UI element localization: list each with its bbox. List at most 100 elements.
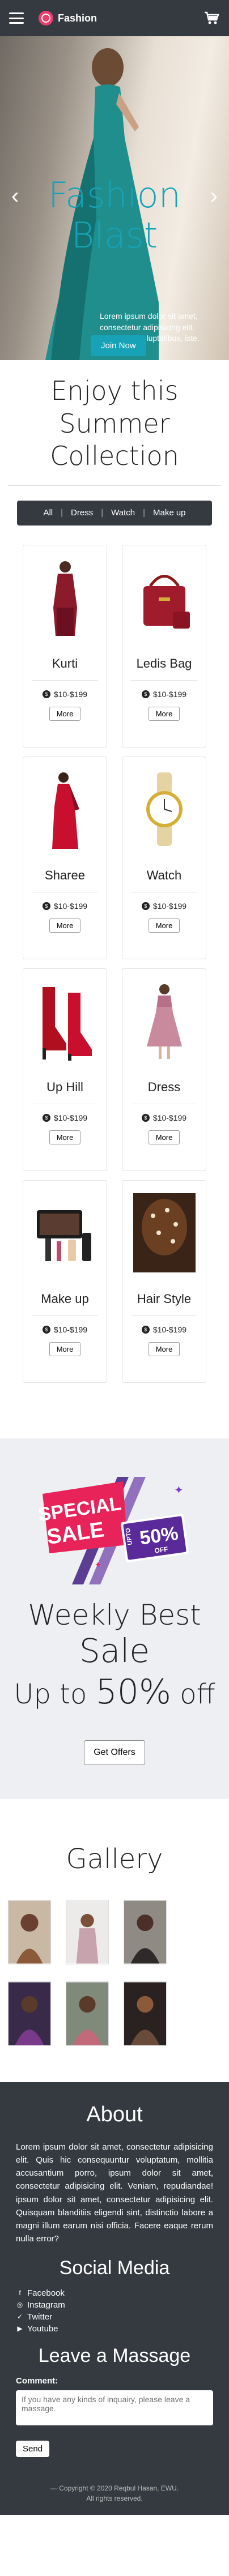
- social-title: Social Media: [59, 2257, 170, 2279]
- youtube-icon: ▶: [17, 2325, 23, 2333]
- hero-caption: Fashion Blast: [0, 175, 229, 256]
- dollar-icon: $: [42, 902, 50, 910]
- product-name: Ledis Bag: [136, 656, 192, 670]
- sharee-image: [52, 772, 79, 849]
- product-card: Dress $ $10-$199 More: [122, 968, 206, 1171]
- product-price: $ $10-$199: [42, 1325, 87, 1334]
- product-price: $ $10-$199: [42, 690, 87, 699]
- dress-image: [146, 984, 182, 1059]
- twitter-icon: ✓: [16, 2313, 23, 2321]
- product-price: $ $10-$199: [141, 902, 186, 911]
- filter-all[interactable]: All: [40, 506, 56, 520]
- join-now-button[interactable]: Join Now: [91, 335, 146, 356]
- comment-input[interactable]: [16, 2390, 213, 2425]
- facebook-link[interactable]: f Facebook: [16, 2288, 213, 2298]
- comment-label: Comment:: [16, 2376, 58, 2386]
- dollar-icon: $: [42, 1325, 50, 1334]
- filter-separator: |: [101, 508, 104, 518]
- social-links: f Facebook ◎ Instagram ✓ Twitter ▶ Youtube: [16, 2288, 213, 2334]
- gallery-image[interactable]: [66, 1899, 109, 1964]
- gallery-image[interactable]: [124, 1981, 167, 2046]
- brand-name[interactable]: Fashion: [58, 12, 97, 24]
- hairstyle-image: [133, 1193, 196, 1272]
- product-name: Kurti: [52, 656, 78, 670]
- gallery-image[interactable]: [66, 1981, 109, 2046]
- boots-image: [42, 986, 92, 1061]
- brand-logo[interactable]: [39, 11, 53, 25]
- product-card: Watch $ $10-$199 More: [122, 756, 206, 959]
- product-price: $ $10-$199: [141, 1113, 186, 1122]
- navbar: Fashion: [0, 0, 229, 36]
- filter-watch[interactable]: Watch: [108, 506, 138, 520]
- cart-icon: [205, 11, 219, 24]
- gallery-title: Gallery: [66, 1843, 163, 1875]
- instagram-link[interactable]: ◎ Instagram: [16, 2300, 213, 2310]
- gallery-grid: [0, 1899, 229, 2046]
- more-button[interactable]: More: [148, 918, 180, 933]
- more-button[interactable]: More: [49, 918, 81, 933]
- more-button[interactable]: More: [148, 1342, 180, 1356]
- more-button[interactable]: More: [148, 706, 180, 721]
- product-grid: Kurti $ $10-$199 More Ledis Bag $ $10-$199…: [0, 544, 229, 1383]
- dollar-icon: $: [141, 1325, 150, 1334]
- instagram-icon: ◎: [16, 2301, 23, 2309]
- footer: About Lorem ipsum dolor sit amet, consec…: [0, 2082, 229, 2515]
- promo-heading-line2: Sale: [79, 1631, 150, 1670]
- gallery-image[interactable]: [124, 1899, 167, 1964]
- hero-carousel: ‹ › Fashion Blast Lorem ipsum dolor sit …: [0, 36, 229, 360]
- product-name: Dress: [147, 1079, 181, 1094]
- menu-icon[interactable]: [9, 12, 24, 24]
- dollar-icon: $: [42, 1113, 50, 1122]
- sparkle-icon: ✦: [174, 1484, 184, 1497]
- twitter-link[interactable]: ✓ Twitter: [16, 2312, 213, 2322]
- product-card: Kurti $ $10-$199 More: [23, 544, 107, 747]
- dollar-icon: $: [42, 690, 50, 698]
- filter-bar: All | Dress | Watch | Make up: [17, 500, 212, 526]
- filter-separator: |: [61, 508, 63, 518]
- watch-image: [146, 772, 183, 846]
- dollar-icon: $: [141, 690, 150, 698]
- makeup-image: [36, 1210, 91, 1261]
- more-button[interactable]: More: [148, 1130, 180, 1144]
- special-sale-badge: SPECIAL SALE UPTO 50% OFF ✦ ✦: [37, 1476, 189, 1584]
- copyright: — Copyright © 2020 Reqbul Hasan, EWU. Al…: [50, 2484, 179, 2502]
- sparkle-icon: ✦: [95, 1560, 101, 1569]
- hero-title-line1: Fashion: [48, 174, 181, 216]
- dollar-icon: $: [141, 902, 150, 910]
- divider: [8, 485, 221, 486]
- about-text: Lorem ipsum dolor sit amet, consectetur …: [16, 2142, 213, 2244]
- product-card: Hair Style $ $10-$199 More: [122, 1180, 206, 1383]
- send-button[interactable]: Send: [16, 2440, 50, 2457]
- promo-heading-line1: Weekly Best: [28, 1598, 201, 1631]
- facebook-icon: f: [19, 2289, 21, 2297]
- kurti-image: [53, 561, 77, 636]
- product-price: $ $10-$199: [42, 902, 87, 911]
- more-button[interactable]: More: [49, 1130, 81, 1144]
- cart-button[interactable]: [204, 11, 220, 25]
- dollar-icon: $: [141, 1113, 150, 1122]
- sale-section: SPECIAL SALE UPTO 50% OFF ✦ ✦ Weekly Bes…: [0, 1438, 229, 1799]
- message-title: Leave a Massage: [38, 2344, 191, 2366]
- product-price: $ $10-$199: [141, 690, 186, 699]
- product-card: Sharee $ $10-$199 More: [23, 756, 107, 959]
- promo-discount: Up to 50% off: [14, 1672, 215, 1712]
- product-card: Make up $ $10-$199 More: [23, 1180, 107, 1383]
- product-name: Up Hill: [46, 1079, 83, 1094]
- hero-title-line2: Blast: [71, 215, 158, 257]
- about-title: About: [86, 2102, 143, 2126]
- gallery-image[interactable]: [8, 1899, 51, 1964]
- more-button[interactable]: More: [49, 706, 81, 721]
- product-price: $ $10-$199: [141, 1325, 186, 1334]
- filter-dress[interactable]: Dress: [67, 506, 96, 520]
- more-button[interactable]: More: [49, 1342, 81, 1356]
- product-name: Hair Style: [137, 1291, 192, 1306]
- youtube-link[interactable]: ▶ Youtube: [16, 2324, 213, 2334]
- product-card: Ledis Bag $ $10-$199 More: [122, 544, 206, 747]
- collection-title: Enjoy this Summer Collection: [50, 375, 179, 471]
- product-card: Up Hill $ $10-$199 More: [23, 968, 107, 1171]
- product-name: Make up: [41, 1291, 89, 1306]
- filter-separator: |: [143, 508, 145, 518]
- filter-makeup[interactable]: Make up: [150, 506, 189, 520]
- get-offers-button[interactable]: Get Offers: [84, 1740, 145, 1765]
- gallery-image[interactable]: [8, 1981, 51, 2046]
